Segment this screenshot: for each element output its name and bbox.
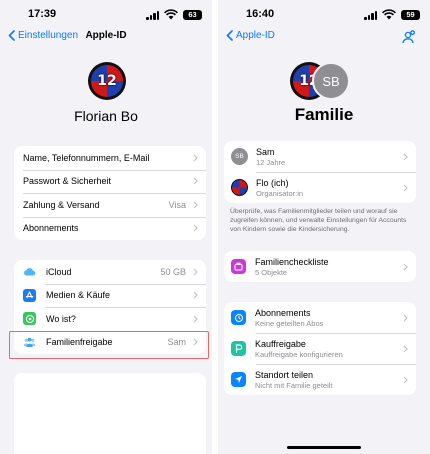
row-title: Kauffreigabe [255, 338, 306, 349]
row-value: Visa [168, 199, 186, 210]
row-label: Medien & Käufe [46, 290, 111, 301]
location-icon [231, 372, 246, 387]
row-location-sharing[interactable]: Standort teilen Nicht mit Familie geteil… [224, 364, 416, 395]
back-label: Apple-ID [236, 30, 275, 41]
chevron-right-icon [193, 224, 198, 232]
profile-avatar[interactable]: 12 [88, 62, 126, 100]
row-subtitle: Keine geteilten Abos [255, 318, 324, 328]
chevron-right-icon [403, 263, 408, 270]
row-subtitle: Kauffreigabe konfigurieren [255, 349, 343, 359]
member-name: Sam [256, 146, 275, 157]
chevron-right-icon [403, 314, 408, 321]
chevron-right-icon [403, 376, 408, 383]
features-group: Abonnements Keine geteilten Abos Kauffre… [224, 302, 416, 395]
row-label: Passwort & Sicherheit [23, 176, 112, 187]
highlight-frame [9, 331, 209, 359]
avatar [231, 179, 248, 196]
row-label: Wo ist? [46, 313, 76, 324]
purchase-sharing-icon [231, 341, 246, 356]
row-label: Abonnements [23, 223, 79, 234]
add-family-member-icon[interactable] [400, 29, 416, 45]
checklist-icon [231, 259, 246, 274]
subscriptions-icon [231, 310, 246, 325]
page-title: Familie [294, 105, 354, 124]
avatar: SB [231, 148, 248, 165]
members-group: SB Sam 12 Jahre Flo (ich) Organisator:in [224, 141, 416, 203]
row-purchase-sharing[interactable]: Kauffreigabe Kauffreigabe konfigurieren [224, 333, 416, 364]
chevron-right-icon [403, 345, 408, 352]
chevron-right-icon [193, 268, 198, 276]
find-my-icon [23, 312, 36, 326]
profile-name: Florian Bo [74, 108, 138, 124]
row-subtitle: 5 Objekte [255, 267, 288, 277]
row-family-checklist[interactable]: Familiencheckliste 5 Objekte [224, 251, 416, 282]
wifi-icon [382, 9, 396, 20]
nav-bar: Apple-ID [218, 26, 430, 48]
chevron-right-icon [193, 315, 198, 323]
row-find-my[interactable]: Wo ist? [14, 307, 206, 331]
row-label: Zahlung & Versand [23, 199, 100, 210]
home-indicator [287, 446, 361, 449]
row-password-security[interactable]: Passwort & Sicherheit [14, 169, 206, 194]
row-icloud[interactable]: iCloud 50 GB [14, 260, 206, 284]
row-subtitle: Nicht mit Familie geteilt [255, 380, 333, 390]
battery-icon: 63 [183, 10, 202, 20]
account-settings-group: Name, Telefonnummern, E-Mail Passwort & … [14, 146, 206, 240]
back-button[interactable]: Apple-ID [226, 30, 275, 41]
row-title: Abonnements [255, 307, 311, 318]
member-row-sam[interactable]: SB Sam 12 Jahre [224, 141, 416, 172]
chevron-left-icon [226, 30, 233, 41]
nav-bar: Einstellungen Apple-ID [0, 26, 212, 48]
apple-id-screen: 17:39 63 Einstellungen Apple-ID 12 Flori… [0, 0, 212, 454]
member-name: Flo (ich) [256, 177, 289, 188]
row-media-purchases[interactable]: Medien & Käufe [14, 283, 206, 308]
cellular-signal-icon [146, 11, 160, 20]
status-time: 17:39 [28, 8, 57, 20]
member-subtitle: Organisator:in [256, 188, 304, 198]
row-subscriptions[interactable]: Abonnements [14, 216, 206, 241]
row-title: Standort teilen [255, 369, 314, 380]
chevron-right-icon [193, 177, 198, 185]
page-title: Apple-ID [85, 30, 127, 41]
member-subtitle: 12 Jahre [256, 157, 286, 167]
battery-icon: 59 [401, 10, 420, 20]
row-label: iCloud [46, 266, 72, 277]
status-bar: 17:39 63 [0, 0, 212, 26]
row-subscriptions[interactable]: Abonnements Keine geteilten Abos [224, 302, 416, 333]
cloud-icon [23, 265, 36, 278]
family-footnote: Überprüfe, was Familienmitglieder teilen… [230, 208, 407, 234]
row-value: 50 GB [160, 266, 186, 277]
row-label: Name, Telefonnummern, E-Mail [23, 152, 150, 163]
chevron-right-icon [193, 201, 198, 209]
status-time: 16:40 [246, 8, 275, 20]
app-store-icon [23, 288, 36, 302]
row-title: Familiencheckliste [255, 256, 329, 267]
checklist-group: Familiencheckliste 5 Objekte [224, 251, 416, 282]
row-name-phone-email[interactable]: Name, Telefonnummern, E-Mail [14, 146, 206, 170]
wifi-icon [164, 9, 178, 20]
chevron-right-icon [193, 154, 198, 162]
chevron-right-icon [193, 291, 198, 299]
chevron-right-icon [403, 153, 408, 160]
avatar-logo-text: 12 [97, 73, 117, 89]
member-row-flo[interactable]: Flo (ich) Organisator:in [224, 172, 416, 203]
row-payment-shipping[interactable]: Zahlung & Versand Visa [14, 193, 206, 217]
chevron-right-icon [403, 184, 408, 191]
blank-card [14, 373, 206, 454]
member-avatar-sb: SB [312, 62, 350, 100]
status-bar: 16:40 59 [218, 0, 430, 26]
family-screen: 16:40 59 Apple-ID 12 SB Familie SB Sam 1… [218, 0, 430, 454]
cellular-signal-icon [364, 11, 378, 20]
